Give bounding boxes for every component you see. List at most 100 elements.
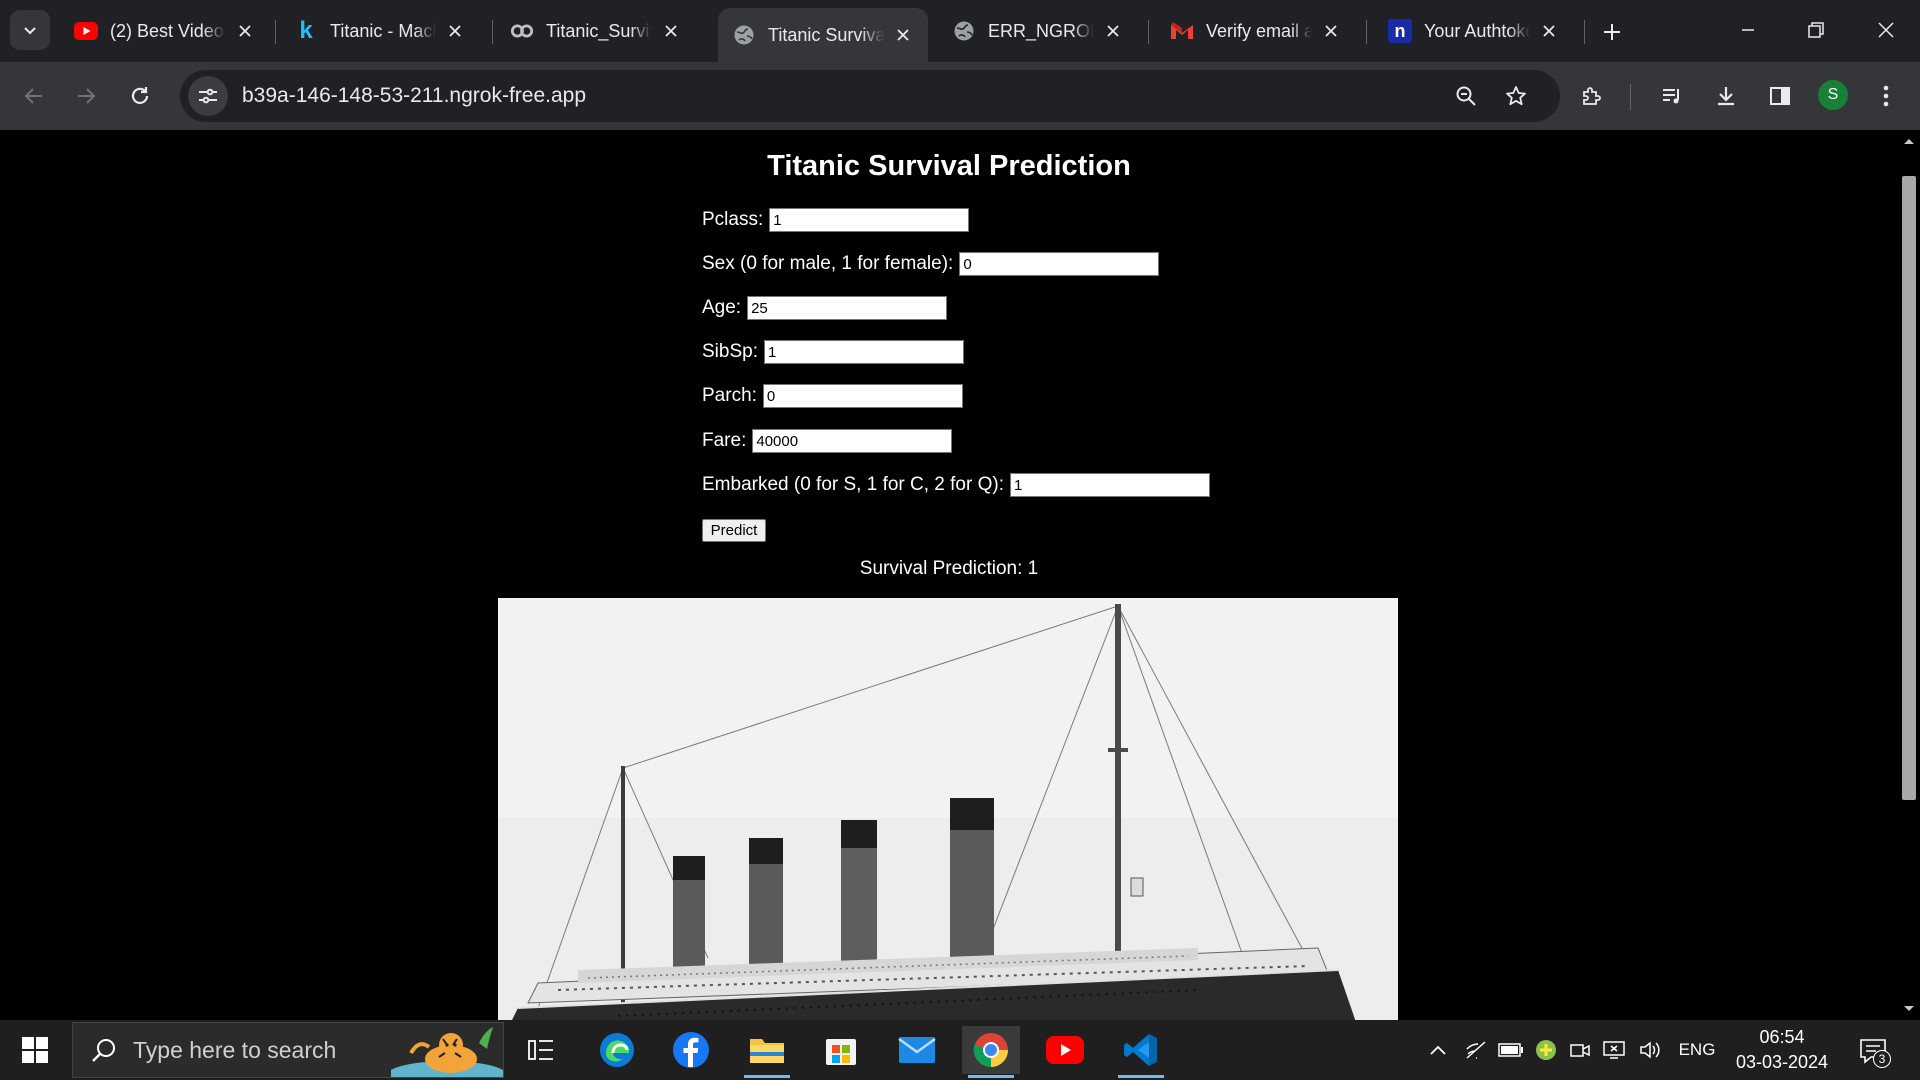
windows-logo-icon	[22, 1037, 48, 1063]
taskbar-youtube[interactable]	[1036, 1026, 1094, 1074]
tab-titanic-survival[interactable]: Titanic Surviva	[718, 8, 928, 62]
sibsp-label: SibSp:	[702, 341, 758, 362]
tab-title: Verify email ad	[1206, 20, 1312, 41]
notification-center-button[interactable]: 3	[1855, 1034, 1891, 1068]
sex-input[interactable]	[959, 252, 1160, 276]
chevron-up-icon	[1430, 1045, 1446, 1055]
pclass-input[interactable]	[769, 208, 970, 232]
download-icon[interactable]	[1706, 76, 1746, 116]
taskbar-mail[interactable]	[888, 1026, 946, 1074]
plus-icon	[1604, 24, 1620, 40]
tab-youtube[interactable]: (2) Best Video	[60, 8, 270, 54]
extensions-puzzle-icon[interactable]	[1572, 76, 1612, 116]
search-icon	[92, 1039, 115, 1062]
taskbar-file-explorer[interactable]	[738, 1026, 796, 1078]
close-icon[interactable]	[1538, 20, 1560, 42]
notification-count-badge: 3	[1873, 1050, 1891, 1068]
side-panel-icon[interactable]	[1760, 76, 1800, 116]
scroll-down-arrow-icon[interactable]	[1898, 998, 1920, 1020]
parch-label: Parch:	[702, 385, 757, 406]
browser-toolbar: b39a-146-148-53-211.ngrok-free.app S	[0, 62, 1920, 130]
close-icon[interactable]	[1102, 20, 1124, 42]
close-icon[interactable]	[234, 20, 256, 42]
minimize-button[interactable]	[1714, 0, 1782, 60]
profile-avatar[interactable]: S	[1818, 80, 1848, 110]
display-projection-icon[interactable]	[1600, 1034, 1628, 1066]
globe-icon	[952, 19, 976, 43]
restore-icon	[1808, 22, 1824, 38]
tiger-search-highlight-icon	[391, 1027, 503, 1077]
taskbar-vscode[interactable]	[1112, 1026, 1170, 1078]
meet-now-icon[interactable]	[1566, 1034, 1594, 1066]
clock-date: 03-03-2024	[1735, 1052, 1829, 1072]
colab-icon	[510, 19, 534, 43]
task-view-button[interactable]	[512, 1026, 570, 1074]
tab-kaggle[interactable]: k Titanic - Mach	[280, 8, 480, 54]
taskbar-microsoft-store[interactable]	[812, 1026, 870, 1074]
predict-button[interactable]: Predict	[702, 519, 766, 542]
volume-icon[interactable]	[1636, 1034, 1664, 1066]
fare-label: Fare:	[702, 430, 747, 451]
pclass-label: Pclass:	[702, 209, 764, 230]
sibsp-input[interactable]	[763, 340, 964, 364]
more-menu-icon[interactable]	[1866, 76, 1906, 116]
address-bar[interactable]: b39a-146-148-53-211.ngrok-free.app	[180, 70, 1560, 122]
scroll-up-arrow-icon[interactable]	[1898, 130, 1920, 152]
arrow-left-icon	[24, 88, 42, 104]
close-icon[interactable]	[660, 20, 682, 42]
tab-colab[interactable]: Titanic_Surviv	[496, 8, 696, 54]
tab-separator	[275, 20, 276, 44]
tab-ngrok-error[interactable]: ERR_NGROK_6	[938, 8, 1138, 54]
taskbar-chrome[interactable]	[962, 1026, 1020, 1078]
tab-separator	[1148, 20, 1149, 44]
tab-separator	[492, 20, 493, 44]
zoom-icon[interactable]	[1446, 76, 1486, 116]
battery-icon[interactable]	[1496, 1034, 1526, 1066]
start-button[interactable]	[12, 1030, 58, 1070]
sibsp-field: SibSp:	[702, 340, 964, 364]
bookmark-star-icon[interactable]	[1496, 76, 1536, 116]
cloud-sync-icon[interactable]	[1532, 1034, 1560, 1066]
reload-button[interactable]	[120, 76, 160, 116]
parch-input[interactable]	[762, 384, 963, 408]
media-queue-icon[interactable]	[1652, 76, 1692, 116]
age-input[interactable]	[747, 296, 948, 320]
page-scrollbar[interactable]	[1898, 130, 1920, 1020]
embarked-input[interactable]	[1010, 473, 1210, 497]
back-button[interactable]	[14, 76, 54, 116]
tab-title: ERR_NGROK_6	[988, 20, 1094, 41]
fare-field: Fare:	[702, 429, 953, 453]
restore-button[interactable]	[1782, 0, 1850, 60]
tab-search-button[interactable]	[10, 10, 50, 50]
titanic-ship-photo	[498, 598, 1398, 1020]
new-tab-button[interactable]	[1594, 14, 1630, 50]
taskbar-clock[interactable]: 06:54 03-03-2024	[1730, 1025, 1834, 1075]
tab-ngrok-authtoken[interactable]: n Your Authtoke	[1374, 8, 1574, 54]
tab-gmail[interactable]: Verify email ad	[1156, 8, 1356, 54]
scrollbar-thumb[interactable]	[1902, 176, 1916, 800]
embarked-field: Embarked (0 for S, 1 for C, 2 for Q):	[702, 473, 1210, 497]
close-window-button[interactable]	[1852, 0, 1920, 60]
url-text: b39a-146-148-53-211.ngrok-free.app	[242, 84, 587, 107]
network-wifi-icon[interactable]	[1462, 1034, 1490, 1066]
pclass-field: Pclass:	[702, 208, 970, 232]
forward-button[interactable]	[66, 76, 106, 116]
site-info-icon[interactable]	[188, 76, 228, 116]
taskbar-edge[interactable]	[588, 1026, 646, 1074]
input-language-indicator[interactable]: ENG	[1672, 1034, 1722, 1066]
task-view-icon	[528, 1040, 553, 1060]
toolbar-divider	[1630, 84, 1631, 110]
facebook-icon	[673, 1032, 709, 1068]
close-icon[interactable]	[444, 20, 466, 42]
close-icon[interactable]	[892, 24, 914, 46]
globe-icon	[732, 23, 756, 47]
store-icon	[826, 1039, 856, 1065]
minimize-icon	[1742, 29, 1754, 31]
show-hidden-icons-button[interactable]	[1424, 1034, 1452, 1066]
parch-field: Parch:	[702, 384, 963, 408]
close-icon[interactable]	[1320, 20, 1342, 42]
taskbar-search-box[interactable]: Type here to search	[72, 1022, 504, 1078]
fare-input[interactable]	[752, 429, 953, 453]
taskbar-facebook[interactable]	[662, 1026, 720, 1074]
page-viewport: Titanic Survival Prediction Pclass: Sex …	[0, 130, 1898, 1020]
